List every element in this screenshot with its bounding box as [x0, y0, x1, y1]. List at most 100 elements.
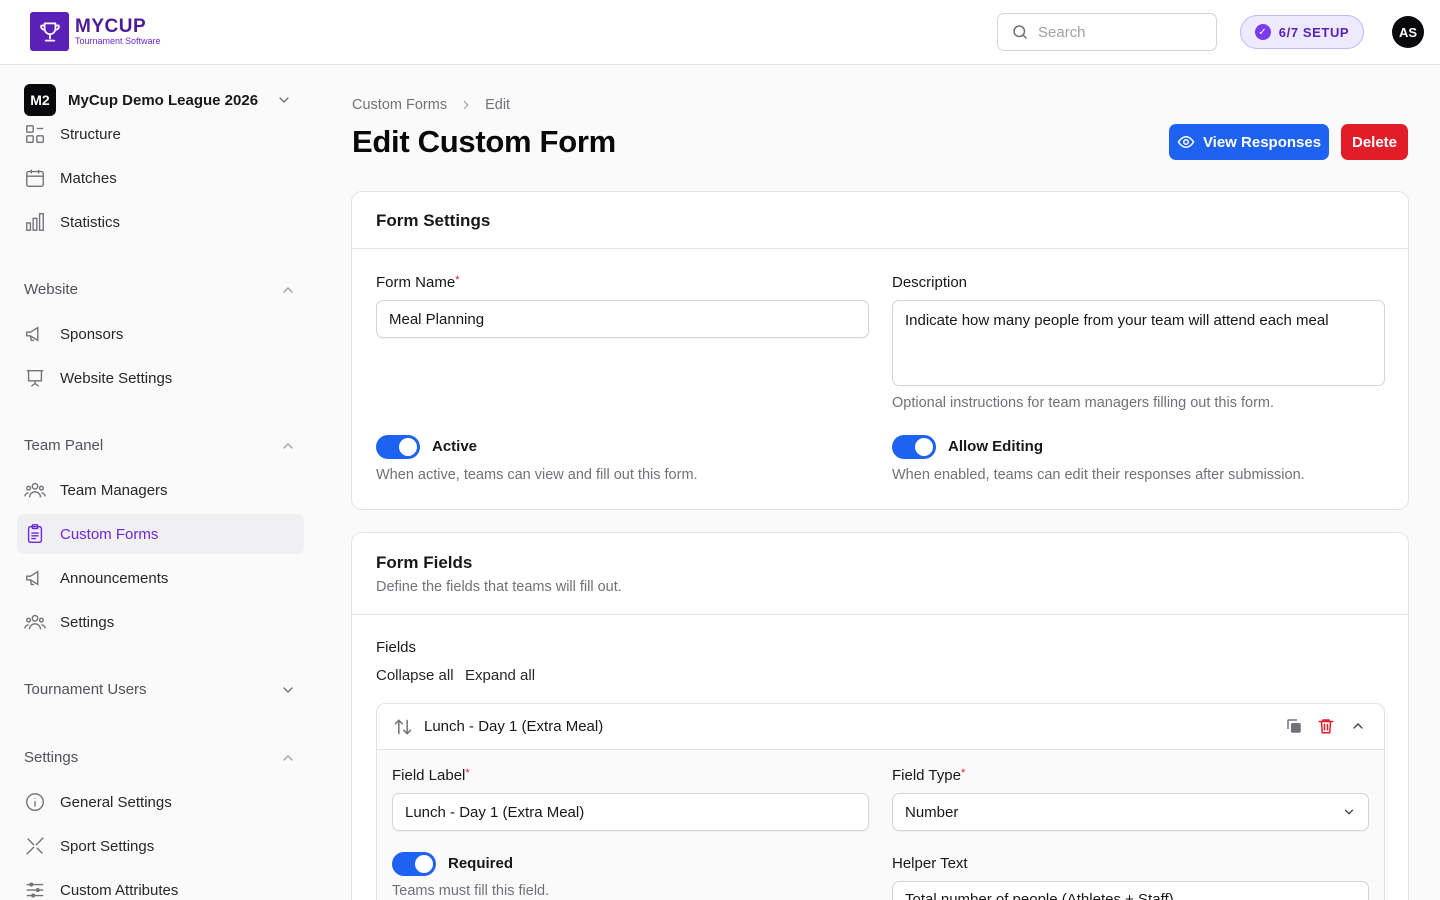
- field-type-label: Field Type*: [892, 767, 966, 784]
- form-name-label: Form Name*: [376, 274, 460, 291]
- sidebar-item-label: General Settings: [60, 793, 172, 811]
- users-icon: [24, 479, 46, 501]
- calendar-icon: [24, 167, 46, 189]
- sidebar-item-label: Custom Attributes: [60, 881, 179, 899]
- fields-label: Fields: [376, 639, 417, 656]
- active-label: Active: [432, 438, 478, 455]
- chevron-up-icon: [283, 754, 293, 761]
- reorder-icon[interactable]: [393, 717, 413, 737]
- page-title: Edit Custom Form: [352, 124, 616, 159]
- expand-all-button[interactable]: Expand all: [465, 667, 535, 684]
- bar-chart-icon: [24, 211, 46, 233]
- sidebar-group-team-panel[interactable]: Team Panel: [24, 437, 296, 454]
- form-fields-title: Form Fields: [376, 553, 473, 572]
- view-responses-button[interactable]: View Responses: [1169, 124, 1329, 160]
- sidebar-group-settings[interactable]: Settings: [24, 749, 296, 766]
- league-switcher[interactable]: M2 MyCup Demo League 2026: [24, 84, 296, 116]
- sidebar-item-announcements[interactable]: Announcements: [17, 558, 304, 598]
- sidebar-item-label: Team Managers: [60, 481, 168, 499]
- delete-button[interactable]: Delete: [1341, 124, 1408, 160]
- tools-icon: [24, 835, 46, 857]
- sidebar-group-label: Team Panel: [24, 437, 104, 454]
- allow-editing-toggle[interactable]: [892, 435, 936, 459]
- trash-icon[interactable]: [1317, 716, 1335, 736]
- description-textarea[interactable]: Indicate how many people from your team …: [892, 300, 1385, 386]
- presentation-icon: [24, 367, 46, 389]
- collapse-all-button[interactable]: Collapse all: [376, 667, 454, 684]
- sidebar-group-label: Settings: [24, 749, 79, 766]
- helper-text-input[interactable]: Total number of people (Athletes + Staff…: [892, 881, 1369, 900]
- sidebar-item-label: Settings: [60, 613, 115, 631]
- chevron-down-icon: [283, 686, 293, 693]
- sidebar-item-label: Structure: [60, 125, 121, 143]
- sidebar-item-label: Sport Settings: [60, 837, 155, 855]
- sidebar-item-custom-forms[interactable]: Custom Forms: [17, 514, 304, 554]
- required-hint: Teams must fill this field.: [392, 883, 550, 899]
- breadcrumb-link-custom-forms[interactable]: Custom Forms: [352, 97, 447, 113]
- sidebar-group-tournament-users[interactable]: Tournament Users: [24, 681, 296, 698]
- setup-label: 6/7 SETUP: [1278, 24, 1350, 40]
- field-label-label: Field Label*: [392, 767, 470, 784]
- sidebar-item-label: Sponsors: [60, 325, 124, 343]
- sidebar-group-website[interactable]: Website: [24, 281, 296, 298]
- view-responses-label: View Responses: [1202, 133, 1322, 151]
- form-name-input[interactable]: Meal Planning: [376, 300, 869, 338]
- chevron-down-icon: [1344, 809, 1354, 815]
- chevron-up-icon: [283, 442, 293, 449]
- sidebar-item-structure[interactable]: Structure: [17, 114, 304, 154]
- sidebar-item-sponsors[interactable]: Sponsors: [17, 314, 304, 354]
- megaphone-icon: [24, 323, 46, 345]
- description-hint: Optional instructions for team managers …: [892, 395, 1274, 411]
- active-hint: When active, teams can view and fill out…: [376, 467, 698, 483]
- sidebar-item-label: Announcements: [60, 569, 169, 587]
- league-name: MyCup Demo League 2026: [68, 91, 259, 109]
- field-type-select[interactable]: Number: [892, 793, 1369, 831]
- sidebar-item-label: Website Settings: [60, 369, 173, 387]
- user-avatar[interactable]: AS: [1392, 16, 1424, 48]
- chevron-up-icon[interactable]: [1350, 718, 1366, 734]
- sidebar-item-label: Statistics: [60, 213, 121, 231]
- sidebar-item-website-settings[interactable]: Website Settings: [17, 358, 304, 398]
- breadcrumb-current: Edit: [485, 97, 511, 113]
- sidebar-item-team-settings[interactable]: Settings: [17, 602, 304, 642]
- allow-editing-hint: When enabled, teams can edit their respo…: [892, 467, 1305, 483]
- chevron-right-icon: [459, 98, 473, 112]
- active-toggle[interactable]: [376, 435, 420, 459]
- search-input[interactable]: [1038, 23, 1188, 41]
- sidebar-group-label: Website: [24, 281, 78, 298]
- sidebar-item-label: Matches: [60, 169, 117, 187]
- megaphone-icon: [24, 567, 46, 589]
- logo[interactable]: MYCUP Tournament Software: [30, 12, 161, 51]
- sidebar-item-sport-settings[interactable]: Sport Settings: [17, 826, 304, 866]
- duplicate-icon[interactable]: [1285, 717, 1303, 735]
- sidebar-item-statistics[interactable]: Statistics: [17, 202, 304, 242]
- chevron-down-icon: [279, 97, 289, 103]
- field-label-input[interactable]: Lunch - Day 1 (Extra Meal): [392, 793, 869, 831]
- setup-progress-badge[interactable]: ✓ 6/7 SETUP: [1240, 15, 1364, 49]
- description-label: Description: [892, 274, 968, 291]
- chevron-up-icon: [283, 286, 293, 293]
- brand-name: MYCUP: [75, 15, 147, 37]
- field-type-value: Number: [905, 803, 959, 821]
- search-box[interactable]: [997, 13, 1217, 51]
- allow-editing-label: Allow Editing: [948, 438, 1043, 455]
- structure-icon: [24, 123, 46, 145]
- required-toggle[interactable]: [392, 852, 436, 876]
- sidebar-item-team-managers[interactable]: Team Managers: [17, 470, 304, 510]
- helper-text-label: Helper Text: [892, 855, 968, 872]
- sidebar-item-general-settings[interactable]: General Settings: [17, 782, 304, 822]
- field-item-header[interactable]: Lunch - Day 1 (Extra Meal): [377, 704, 1384, 750]
- field-item-title: Lunch - Day 1 (Extra Meal): [424, 718, 604, 735]
- clipboard-icon: [24, 523, 46, 545]
- league-badge: M2: [24, 84, 56, 116]
- sidebar-item-label: Custom Forms: [60, 525, 159, 543]
- brand-tagline: Tournament Software: [75, 35, 161, 46]
- sidebar-item-matches[interactable]: Matches: [17, 158, 304, 198]
- trophy-icon: [30, 12, 69, 51]
- users-cog-icon: [24, 611, 46, 633]
- required-label: Required: [448, 855, 514, 872]
- search-icon: [1013, 25, 1027, 39]
- sidebar-item-custom-attributes[interactable]: Custom Attributes: [17, 870, 304, 900]
- check-circle-icon: ✓: [1254, 24, 1271, 40]
- sidebar-group-label: Tournament Users: [24, 681, 147, 698]
